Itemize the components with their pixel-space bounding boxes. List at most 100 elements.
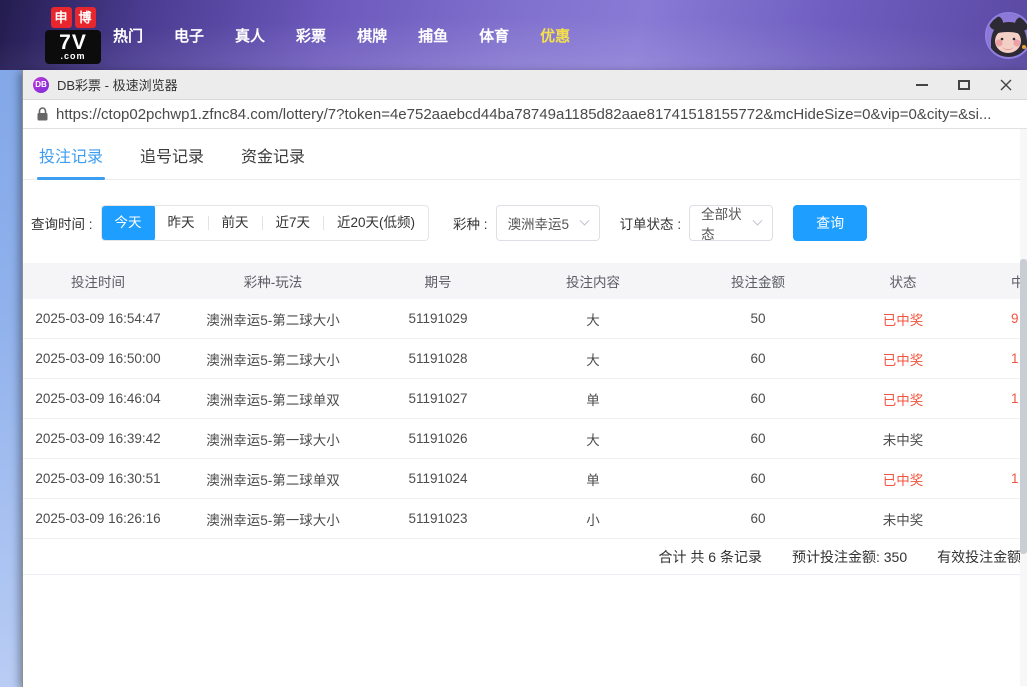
bet-amount: 60 — [683, 351, 833, 366]
time-option[interactable]: 近20天(低频) — [324, 205, 428, 241]
nav-item[interactable]: 优惠 — [540, 25, 570, 46]
nav-item[interactable]: 体育 — [479, 25, 509, 46]
lock-icon — [37, 107, 48, 121]
status: 已中奖 — [833, 309, 973, 329]
scrollbar[interactable] — [1020, 129, 1027, 686]
lottery-filter-label: 彩种 : — [453, 213, 488, 233]
column-header: 中奖金额 — [973, 271, 1027, 291]
nav-item[interactable]: 热门 — [113, 25, 143, 46]
time-option[interactable]: 今天 — [102, 205, 155, 241]
browser-window: DB DB彩票 - 极速浏览器 https://ctop02pchwp1.zfn… — [22, 70, 1027, 687]
time-option[interactable]: 昨天 — [155, 205, 208, 241]
chevron-down-icon — [579, 215, 589, 225]
nav-item[interactable]: 电子 — [174, 25, 204, 46]
avatar[interactable] — [985, 12, 1027, 59]
url-text: https://ctop02pchwp1.zfnc84.com/lottery/… — [56, 106, 1016, 123]
bet-amount: 50 — [683, 311, 833, 326]
maximize-button[interactable] — [943, 70, 985, 100]
summary-total: 合计 共 6 条记录 — [659, 547, 762, 567]
column-header: 状态 — [833, 271, 973, 291]
bet-content: 小 — [503, 509, 683, 529]
logo-badges: 申 博 — [45, 7, 101, 28]
window-titlebar[interactable]: DB DB彩票 - 极速浏览器 — [23, 70, 1027, 100]
tab[interactable]: 追号记录 — [140, 143, 204, 179]
bet-content: 单 — [503, 389, 683, 409]
minimize-icon — [916, 84, 928, 86]
nav-item[interactable]: 彩票 — [296, 25, 326, 46]
nav-item[interactable]: 捕鱼 — [418, 25, 448, 46]
bet-amount: 60 — [683, 391, 833, 406]
table-row: 2025-03-09 16:26:16澳洲幸运5-第一球大小51191023小6… — [23, 499, 1027, 539]
table-row: 2025-03-09 16:46:04澳洲幸运5-第二球单双51191027单6… — [23, 379, 1027, 419]
logo-badge-icon: 博 — [75, 7, 96, 28]
nav-item[interactable]: 棋牌 — [357, 25, 387, 46]
bet-amount: 60 — [683, 511, 833, 526]
page-content: 投注记录 追号记录 资金记录 查询时间 : 今天昨天前天近7天近20天(低频) 彩种… — [23, 129, 1027, 686]
bet-content: 大 — [503, 349, 683, 369]
status-select-value: 全部状态 — [701, 203, 754, 243]
prize-amount: 9 — [973, 311, 1027, 326]
chevron-down-icon — [753, 215, 763, 225]
filter-bar: 查询时间 : 今天昨天前天近7天近20天(低频) 彩种 : 澳洲幸运5 订单状态… — [31, 205, 1027, 241]
status: 已中奖 — [833, 389, 973, 409]
game-play: 澳洲幸运5-第二球大小 — [173, 349, 373, 369]
logo-text: 7V — [59, 33, 87, 52]
close-button[interactable] — [985, 70, 1027, 100]
issue-number: 51191026 — [373, 431, 503, 446]
desktop-background: 申 博 7V .com 热门 电子 真人 彩票 棋牌 捕鱼 体育 优惠 — [0, 0, 1027, 687]
tab[interactable]: 投注记录 — [39, 143, 103, 179]
game-play: 澳洲幸运5-第二球单双 — [173, 389, 373, 409]
prize-amount: 1 — [973, 351, 1027, 366]
column-header: 投注时间 — [23, 271, 173, 291]
column-header: 期号 — [373, 271, 503, 291]
issue-number: 51191023 — [373, 511, 503, 526]
logo-badge-icon: 申 — [51, 7, 72, 28]
window-title: DB彩票 - 极速浏览器 — [57, 75, 178, 94]
bet-amount: 60 — [683, 431, 833, 446]
game-play: 澳洲幸运5-第二球单双 — [173, 469, 373, 489]
site-favicon-icon: DB — [33, 77, 49, 93]
issue-number: 51191028 — [373, 351, 503, 366]
game-play: 澳洲幸运5-第一球大小 — [173, 509, 373, 529]
logo-main: 7V .com — [45, 30, 101, 64]
game-play: 澳洲幸运5-第一球大小 — [173, 429, 373, 449]
issue-number: 51191029 — [373, 311, 503, 326]
bet-time: 2025-03-09 16:46:04 — [23, 391, 173, 406]
maximize-icon — [958, 80, 970, 90]
nav-item[interactable]: 真人 — [235, 25, 265, 46]
site-logo[interactable]: 申 博 7V .com — [45, 7, 101, 64]
table-row: 2025-03-09 16:54:47澳洲幸运5-第二球大小51191029大5… — [23, 299, 1027, 339]
window-controls — [901, 70, 1027, 100]
bet-time: 2025-03-09 16:54:47 — [23, 311, 173, 326]
scrollbar-thumb[interactable] — [1020, 259, 1027, 554]
lottery-select[interactable]: 澳洲幸运5 — [496, 205, 600, 241]
logo-suffix: .com — [60, 52, 85, 61]
column-header: 彩种-玩法 — [173, 271, 373, 291]
table-row: 2025-03-09 16:30:51澳洲幸运5-第二球单双51191024单6… — [23, 459, 1027, 499]
game-play: 澳洲幸运5-第二球大小 — [173, 309, 373, 329]
bet-amount: 60 — [683, 471, 833, 486]
table-summary: 合计 共 6 条记录 预计投注金额: 350 有效投注金额: — [23, 539, 1027, 575]
bet-time: 2025-03-09 16:39:42 — [23, 431, 173, 446]
tab[interactable]: 资金记录 — [241, 143, 305, 179]
time-option[interactable]: 近7天 — [263, 205, 324, 241]
table-body: 2025-03-09 16:54:47澳洲幸运5-第二球大小51191029大5… — [23, 299, 1027, 539]
site-header: 申 博 7V .com 热门 电子 真人 彩票 棋牌 捕鱼 体育 优惠 — [0, 0, 1027, 70]
time-filter-group: 今天昨天前天近7天近20天(低频) — [101, 205, 430, 241]
search-button[interactable]: 查询 — [793, 205, 867, 241]
tab-bar: 投注记录 追号记录 资金记录 — [23, 129, 1027, 180]
prize-amount: 1 — [973, 391, 1027, 406]
table-row: 2025-03-09 16:39:42澳洲幸运5-第一球大小51191026大6… — [23, 419, 1027, 459]
status-select[interactable]: 全部状态 — [689, 205, 773, 241]
bet-content: 单 — [503, 469, 683, 489]
time-option[interactable]: 前天 — [209, 205, 262, 241]
table-header: 投注时间彩种-玩法期号投注内容投注金额状态中奖金额 — [23, 263, 1027, 299]
summary-valid-amount: 有效投注金额: — [937, 547, 1025, 567]
status: 未中奖 — [833, 509, 973, 529]
address-bar[interactable]: https://ctop02pchwp1.zfnc84.com/lottery/… — [23, 100, 1027, 129]
issue-number: 51191024 — [373, 471, 503, 486]
minimize-button[interactable] — [901, 70, 943, 100]
status-filter-label: 订单状态 : — [620, 213, 682, 233]
column-header: 投注金额 — [683, 271, 833, 291]
bet-content: 大 — [503, 429, 683, 449]
